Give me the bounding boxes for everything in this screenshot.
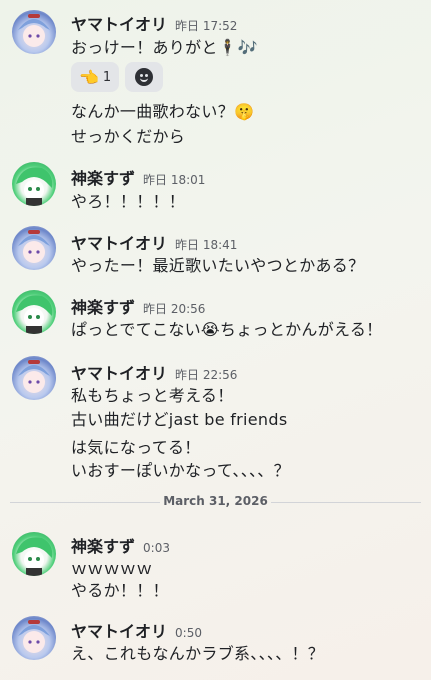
message-text: いおすーぽいかなって、、、、？	[71, 461, 290, 480]
message-text: やろ！！！！！	[71, 192, 186, 211]
author-name[interactable]: ヤマトイオリ	[71, 364, 167, 383]
author-name[interactable]: 神楽すず	[71, 537, 135, 556]
avatar[interactable]	[12, 532, 56, 576]
timestamp: 昨日 22:56	[175, 368, 238, 382]
divider-line	[271, 502, 421, 503]
message-text: やったー！最近歌いたいやつとかある？	[71, 256, 365, 275]
message-text: 私もちょっと考える！	[71, 386, 234, 405]
timestamp: 0:50	[175, 626, 202, 640]
avatar[interactable]	[12, 162, 56, 206]
message-text: やるか！！！	[71, 581, 169, 600]
timestamp: 昨日 17:52	[175, 19, 238, 33]
smile-icon	[135, 68, 154, 86]
message-text: おっけー！ありがと🕴🎶	[71, 38, 259, 57]
reaction-chip[interactable]: 👈 1	[71, 62, 120, 92]
avatar[interactable]	[12, 10, 56, 54]
message-text: ｗｗｗｗｗ	[71, 559, 153, 578]
message-text: え、これもなんかラブ系、、、、！？	[71, 644, 325, 663]
add-reaction-button[interactable]	[125, 62, 164, 92]
author-name[interactable]: 神楽すず	[71, 169, 135, 188]
avatar[interactable]	[12, 356, 56, 400]
avatar[interactable]	[12, 290, 56, 334]
timestamp: 昨日 18:01	[143, 173, 206, 187]
timestamp: 0:03	[143, 541, 170, 555]
author-name[interactable]: ヤマトイオリ	[71, 622, 167, 641]
avatar[interactable]	[12, 226, 56, 270]
message-text: は気になってる！	[71, 438, 201, 457]
timestamp: 昨日 18:41	[175, 238, 238, 252]
pointing-hand-icon: 👈	[79, 67, 99, 87]
timestamp: 昨日 20:56	[143, 302, 206, 316]
author-name[interactable]: 神楽すず	[71, 298, 135, 317]
avatar[interactable]	[12, 616, 56, 660]
message-text: せっかくだから	[71, 127, 186, 146]
author-name[interactable]: ヤマトイオリ	[71, 15, 167, 34]
author-name[interactable]: ヤマトイオリ	[71, 234, 167, 253]
date-divider-label: March 31, 2026	[163, 494, 268, 508]
message-text: ぱっとでてこない😭ちょっとかんがえる！	[71, 320, 383, 339]
date-divider: March 31, 2026	[10, 494, 421, 510]
message-text: 古い曲だけどjast be friends	[71, 410, 288, 429]
reaction-bar: 👈 1	[71, 62, 164, 92]
message-text: なんか一曲歌わない？🤫	[71, 102, 255, 121]
reaction-count: 1	[102, 69, 112, 85]
